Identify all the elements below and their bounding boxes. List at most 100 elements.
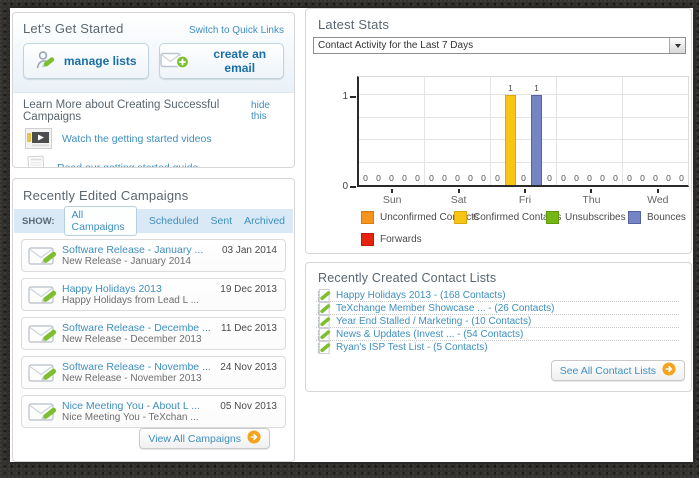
manage-lists-button[interactable]: manage lists xyxy=(23,43,149,79)
campaign-envelope-icon xyxy=(28,400,62,424)
bar-value-label: 0 xyxy=(452,173,464,183)
bar-slot: 0 xyxy=(597,77,609,185)
campaign-list: Software Release - January ...New Releas… xyxy=(13,239,294,428)
campaign-row[interactable]: Nice Meeting You - About L ...Nice Meeti… xyxy=(21,395,286,428)
bar-value-label: 0 xyxy=(610,173,622,183)
campaign-subtitle: Nice Meeting You - TeXchan ... xyxy=(62,412,279,424)
campaign-row[interactable]: Happy Holidays 2013Happy Holidays from L… xyxy=(21,278,286,311)
contact-list-row[interactable]: TeXchange Member Showcase ... - (26 Cont… xyxy=(316,302,679,315)
campaign-date: 11 Dec 2013 xyxy=(221,323,277,334)
create-email-button[interactable]: create an email xyxy=(159,43,285,79)
campaign-subtitle: New Release - November 2013 xyxy=(62,373,279,385)
campaign-filter-archived[interactable]: Archived xyxy=(244,215,285,227)
legend-swatch-unsubscribes xyxy=(546,211,559,224)
bar-value-label: 0 xyxy=(360,173,372,183)
bar-slot: 0 xyxy=(610,77,622,185)
bar-slot: 0 xyxy=(386,77,398,185)
read-guide-link[interactable]: Read our getting started guide xyxy=(57,162,198,169)
bar-value-label: 0 xyxy=(386,173,398,183)
campaign-filter-scheduled[interactable]: Scheduled xyxy=(149,215,199,227)
bar-group-thu: 00000 xyxy=(557,77,623,185)
legend-swatch-confirmed-contacts xyxy=(454,211,467,224)
recent-campaigns-title: Recently Edited Campaigns xyxy=(13,179,294,209)
contact-list-link[interactable]: TeXchange Member Showcase ... - (26 Cont… xyxy=(336,303,554,314)
video-thumbnail-icon[interactable] xyxy=(25,128,52,149)
bar-groups: 0000000000010100000000000 xyxy=(359,77,688,185)
y-axis-tick xyxy=(350,186,356,188)
campaign-envelope-icon xyxy=(28,322,62,346)
x-axis-label-thu: Thu xyxy=(561,194,621,206)
bar-slot: 0 xyxy=(360,77,372,185)
dropdown-arrow-icon[interactable] xyxy=(669,38,685,53)
see-all-contact-lists-button[interactable]: See All Contact Lists xyxy=(551,360,685,381)
bar-slot: 0 xyxy=(426,77,438,185)
legend-label: Unsubscribes xyxy=(565,212,626,223)
hide-this-link[interactable]: hide this xyxy=(251,100,284,122)
campaign-filter-all-campaigns[interactable]: All Campaigns xyxy=(64,206,137,236)
x-axis-label-sat: Sat xyxy=(429,194,489,206)
watch-videos-link[interactable]: Watch the getting started videos xyxy=(62,133,212,145)
campaign-filter-bar: SHOW: All CampaignsScheduledSentArchived xyxy=(14,209,293,233)
campaign-filter-sent[interactable]: Sent xyxy=(211,215,233,227)
stats-period-select[interactable]: Contact Activity for the Last 7 Days xyxy=(313,37,686,54)
bar-slot: 0 xyxy=(650,77,662,185)
bar-value-label: 0 xyxy=(373,173,385,183)
learn-more-title: Learn More about Creating Successful Cam… xyxy=(23,99,251,123)
y-axis-label-0: 0 xyxy=(328,181,348,192)
bar-slot: 0 xyxy=(544,77,556,185)
bar-value-label: 0 xyxy=(597,173,609,183)
bar-value-label: 0 xyxy=(637,173,649,183)
contact-list-row[interactable]: News & Updates (Invest ... - (54 Contact… xyxy=(316,328,679,341)
contact-list-link[interactable]: Happy Holidays 2013 - (168 Contacts) xyxy=(336,290,506,301)
bar-value-label: 1 xyxy=(505,83,517,93)
bar-slot: 0 xyxy=(412,77,424,185)
manage-lists-label: manage lists xyxy=(64,54,137,68)
contact-list-link[interactable]: News & Updates (Invest ... - (54 Contact… xyxy=(336,329,523,340)
campaign-envelope-icon xyxy=(28,244,62,268)
contact-list-row[interactable]: Happy Holidays 2013 - (168 Contacts) xyxy=(316,289,679,302)
recent-lists-card: Recently Created Contact Lists Happy Hol… xyxy=(305,262,692,392)
bar-slot: 0 xyxy=(584,77,596,185)
campaign-row[interactable]: Software Release - Decembe ...New Releas… xyxy=(21,317,286,350)
bar-value-label: 0 xyxy=(478,173,490,183)
content-area: Let's Get Started Switch to Quick Links xyxy=(10,8,693,462)
switch-to-quick-links-link[interactable]: Switch to Quick Links xyxy=(189,25,284,36)
y-axis-label-1: 1 xyxy=(328,91,348,102)
view-all-campaigns-button[interactable]: View All Campaigns xyxy=(139,428,270,449)
manage-lists-icon xyxy=(35,49,57,74)
chart-legend: Unconfirmed ContactsConfirmed ContactsUn… xyxy=(306,209,691,251)
guide-thumbnail-icon[interactable] xyxy=(25,154,47,168)
legend-item-forwards: Forwards xyxy=(361,233,422,246)
bar-group-wed: 00000 xyxy=(623,77,688,185)
bar-slot: 0 xyxy=(676,77,688,185)
bar-value-label: 0 xyxy=(399,173,411,183)
x-axis-tick xyxy=(524,189,526,193)
bar-value-label: 0 xyxy=(584,173,596,183)
campaign-row[interactable]: Software Release - Novembe ...New Releas… xyxy=(21,356,286,389)
contact-list-icon xyxy=(316,340,331,355)
arrow-circle-icon xyxy=(247,430,261,447)
bar-value-label: 0 xyxy=(650,173,662,183)
x-axis-label-wed: Wed xyxy=(628,194,688,206)
arrow-circle-icon xyxy=(662,362,676,379)
contact-list-link[interactable]: Year End Stalled / Marketing - (10 Conta… xyxy=(336,316,531,327)
bar-value-label: 0 xyxy=(518,173,530,183)
campaign-date: 03 Jan 2014 xyxy=(222,245,277,256)
contact-list-link[interactable]: Ryan's ISP Test List - (5 Contacts) xyxy=(336,342,488,353)
legend-label: Forwards xyxy=(380,234,422,245)
bar-slot: 0 xyxy=(373,77,385,185)
get-started-title: Let's Get Started xyxy=(23,21,124,36)
contact-activity-chart: 0000000000010100000000000 xyxy=(357,76,689,187)
x-axis-tick xyxy=(657,189,659,193)
campaign-row[interactable]: Software Release - January ...New Releas… xyxy=(21,239,286,272)
learn-more-section: Learn More about Creating Successful Cam… xyxy=(13,93,294,168)
x-axis-tick xyxy=(391,189,393,193)
bar-slot: 0 xyxy=(558,77,570,185)
campaign-date: 24 Nov 2013 xyxy=(220,362,277,373)
bar-slot: 0 xyxy=(518,77,530,185)
legend-item-unsubscribes: Unsubscribes xyxy=(546,211,626,224)
bar-slot: 0 xyxy=(439,77,451,185)
contact-list-row[interactable]: Ryan's ISP Test List - (5 Contacts) xyxy=(316,341,679,354)
legend-swatch-unconfirmed-contacts xyxy=(361,211,374,224)
contact-list-row[interactable]: Year End Stalled / Marketing - (10 Conta… xyxy=(316,315,679,328)
